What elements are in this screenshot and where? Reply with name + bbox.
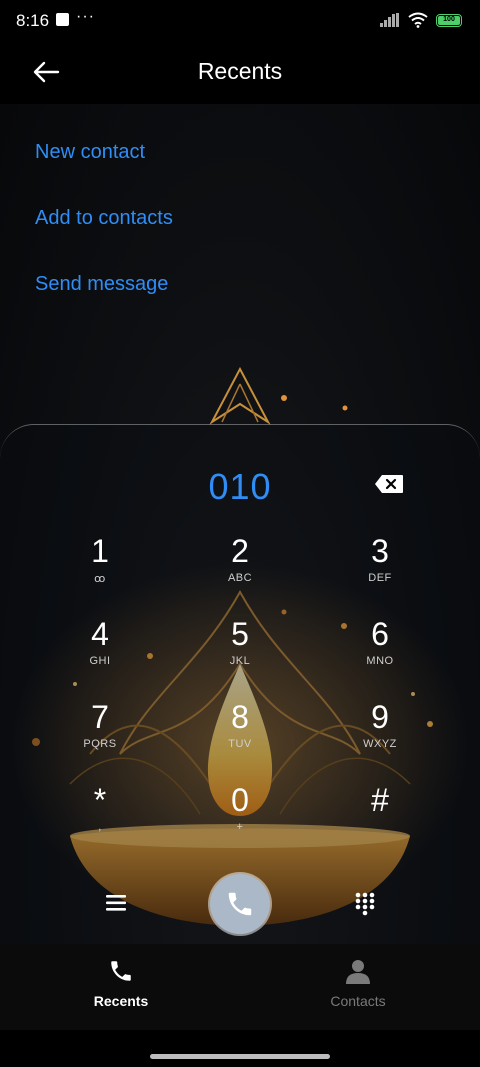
- key-digit: 6: [371, 616, 389, 652]
- tab-recents-label: Recents: [93, 993, 149, 1009]
- key-2[interactable]: 2 ABC: [185, 532, 295, 606]
- key-digit: 5: [231, 616, 249, 652]
- person-icon: [346, 960, 370, 984]
- key-letters: ABC: [227, 572, 253, 584]
- phone-icon: [228, 892, 252, 916]
- key-digit: 7: [91, 699, 109, 735]
- status-icons: 100: [380, 12, 462, 28]
- key-hash[interactable]: #: [325, 781, 435, 855]
- key-digit: 3: [371, 533, 389, 569]
- voicemail-icon: ꝏ: [94, 573, 106, 585]
- key-digit: 1: [91, 533, 109, 569]
- key-0[interactable]: 0 +: [185, 781, 295, 855]
- key-letters: PQRS: [83, 738, 117, 750]
- key-digit: 4: [91, 616, 109, 652]
- key-9[interactable]: 9 WXYZ: [325, 698, 435, 772]
- wifi-icon: [408, 12, 428, 28]
- key-digit: 9: [371, 699, 389, 735]
- notification-square-icon: [56, 13, 69, 26]
- new-contact-link[interactable]: New contact: [35, 141, 145, 164]
- key-1[interactable]: 1 ꝏ: [45, 532, 155, 606]
- phone-icon: [111, 961, 131, 981]
- menu-button[interactable]: [104, 892, 128, 914]
- hide-dialpad-button[interactable]: [353, 892, 377, 916]
- page-title: Recents: [197, 58, 283, 84]
- backspace-button[interactable]: [374, 474, 404, 494]
- battery-icon: 100: [436, 13, 462, 27]
- key-letters: TUV: [228, 738, 252, 750]
- bottom-navigation: Recents Contacts: [0, 944, 480, 1030]
- key-digit: *: [93, 782, 107, 818]
- key-3[interactable]: 3 DEF: [325, 532, 435, 606]
- key-letters: DEF: [368, 572, 392, 584]
- tab-recents[interactable]: Recents: [61, 958, 181, 1009]
- key-8[interactable]: 8 TUV: [185, 698, 295, 772]
- key-letters: +: [236, 821, 244, 833]
- more-notifications-icon: ···: [76, 8, 95, 25]
- key-digit: 0: [231, 782, 249, 818]
- send-message-link[interactable]: Send message: [35, 273, 168, 296]
- key-letters: MNO: [366, 655, 394, 667]
- menu-icon: [106, 895, 126, 911]
- battery-level: 100: [438, 15, 460, 25]
- add-to-contacts-link[interactable]: Add to contacts: [35, 207, 173, 230]
- status-bar: 8:16 ··· 100: [0, 0, 480, 42]
- key-digit: 8: [231, 699, 249, 735]
- dialpad-icon: [355, 892, 375, 916]
- key-letters: JKL: [229, 655, 251, 667]
- signal-icon: [380, 13, 399, 27]
- tab-contacts[interactable]: Contacts: [298, 958, 418, 1009]
- dialed-number[interactable]: 010: [0, 466, 480, 508]
- key-5[interactable]: 5 JKL: [185, 615, 295, 689]
- key-letters: WXYZ: [363, 738, 397, 750]
- key-digit: #: [371, 782, 389, 818]
- backspace-icon: [375, 475, 403, 493]
- tab-contacts-label: Contacts: [330, 993, 386, 1009]
- app-header: Recents: [0, 42, 480, 104]
- status-time: 8:16: [16, 11, 50, 30]
- gesture-navigation-area: [0, 1030, 480, 1067]
- key-letters: GHI: [89, 655, 111, 667]
- key-star[interactable]: * ,: [45, 781, 155, 855]
- key-letters: ,: [98, 821, 102, 833]
- key-7[interactable]: 7 PQRS: [45, 698, 155, 772]
- key-digit: 2: [231, 533, 249, 569]
- key-6[interactable]: 6 MNO: [325, 615, 435, 689]
- key-4[interactable]: 4 GHI: [45, 615, 155, 689]
- call-button[interactable]: [210, 874, 270, 934]
- home-gesture-bar[interactable]: [150, 1054, 330, 1059]
